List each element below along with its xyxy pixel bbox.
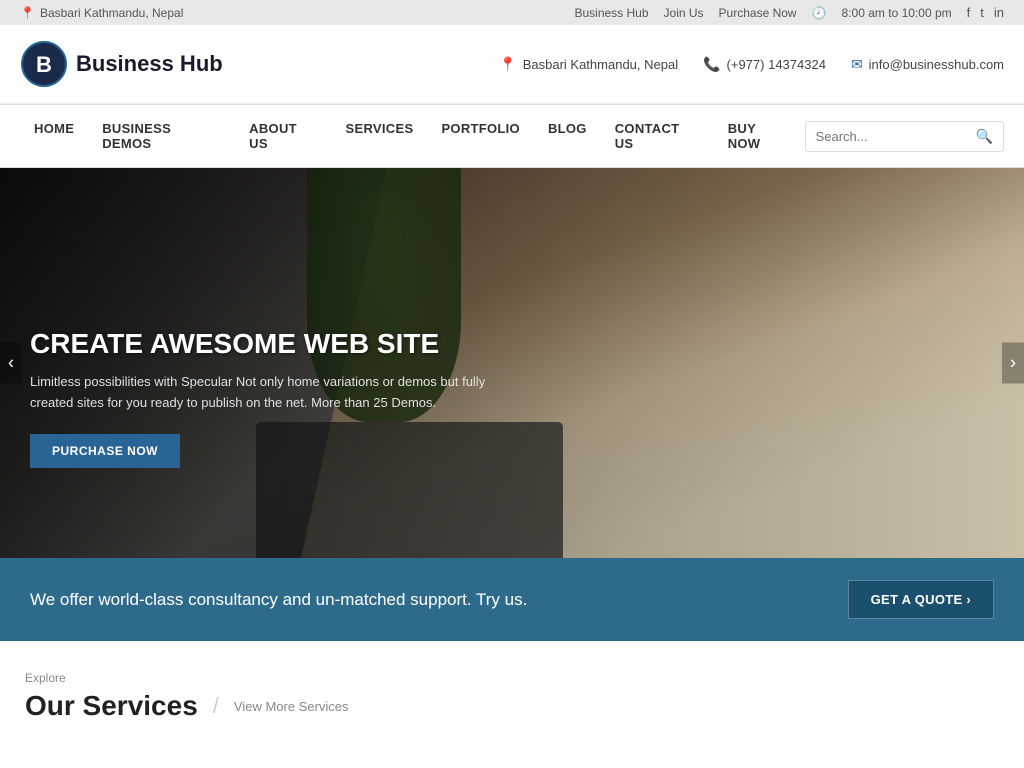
phone-icon: 📞: [703, 56, 720, 73]
nav-item-portfolio[interactable]: PORTFOLIO: [427, 105, 534, 167]
contact-location-text: Basbari Kathmandu, Nepal: [523, 57, 678, 72]
nav-item-blog[interactable]: BLOG: [534, 105, 601, 167]
services-label: Explore: [25, 671, 999, 685]
logo-icon: B: [20, 40, 68, 88]
hero-cta-button[interactable]: PURCHASE NOW: [30, 434, 180, 468]
top-bar-location: 📍 Basbari Kathmandu, Nepal: [20, 6, 183, 20]
quote-text: We offer world-class consultancy and un-…: [30, 590, 527, 610]
clock-icon: 🕗: [812, 6, 827, 20]
nav-item-services[interactable]: SERVICES: [332, 105, 428, 167]
contact-phone-text: (+977) 14374324: [727, 57, 826, 72]
search-input[interactable]: [806, 123, 966, 150]
hero-section: ‹ CREATE AWESOME WEB SITE Limitless poss…: [0, 168, 1024, 558]
logo[interactable]: B Business Hub: [20, 40, 223, 88]
location-icon: 📍: [499, 56, 516, 73]
services-heading: Our Services: [25, 690, 198, 722]
search-button[interactable]: 🔍: [966, 122, 1003, 151]
linkedin-icon[interactable]: in: [994, 5, 1004, 20]
services-heading-row: Our Services / View More Services: [25, 690, 999, 722]
header-contact: 📍 Basbari Kathmandu, Nepal 📞 (+977) 1437…: [499, 56, 1004, 73]
twitter-icon[interactable]: t: [980, 5, 984, 20]
services-divider: /: [213, 693, 219, 719]
hero-next-button[interactable]: ›: [1002, 343, 1024, 384]
nav-item-about-us[interactable]: ABOUT US: [235, 105, 331, 167]
pin-icon: 📍: [20, 6, 35, 20]
view-more-services-link[interactable]: View More Services: [234, 699, 349, 714]
svg-text:B: B: [36, 52, 52, 77]
top-bar-location-text: Basbari Kathmandu, Nepal: [40, 6, 183, 20]
logo-text: Business Hub: [76, 51, 223, 77]
contact-email-text: info@businesshub.com: [869, 57, 1004, 72]
contact-phone: 📞 (+977) 14374324: [703, 56, 826, 73]
email-icon: ✉: [851, 56, 863, 73]
quote-banner: We offer world-class consultancy and un-…: [0, 558, 1024, 641]
top-bar-link-business-hub[interactable]: Business Hub: [574, 6, 648, 20]
hero-description: Limitless possibilities with Specular No…: [30, 372, 510, 414]
top-bar: 📍 Basbari Kathmandu, Nepal Business Hub …: [0, 0, 1024, 25]
nav-item-home[interactable]: HOME: [20, 105, 88, 167]
hero-content: CREATE AWESOME WEB SITE Limitless possib…: [30, 327, 510, 468]
business-hours: 8:00 am to 10:00 pm: [842, 6, 952, 20]
nav-menu: HOME BUSINESS DEMOS ABOUT US SERVICES PO…: [20, 105, 805, 167]
contact-email: ✉ info@businesshub.com: [851, 56, 1004, 73]
social-icons: f t in: [967, 5, 1004, 20]
hero-title: CREATE AWESOME WEB SITE: [30, 327, 510, 361]
top-bar-right: Business Hub Join Us Purchase Now 🕗 8:00…: [574, 5, 1004, 20]
facebook-icon[interactable]: f: [967, 5, 971, 20]
nav-item-business-demos[interactable]: BUSINESS DEMOS: [88, 105, 235, 167]
hero-prev-button[interactable]: ‹: [0, 343, 22, 384]
site-header: B Business Hub 📍 Basbari Kathmandu, Nepa…: [0, 25, 1024, 104]
main-navigation: HOME BUSINESS DEMOS ABOUT US SERVICES PO…: [0, 104, 1024, 168]
services-section: Explore Our Services / View More Service…: [0, 641, 1024, 732]
search-bar[interactable]: 🔍: [805, 121, 1004, 152]
top-bar-link-purchase-now[interactable]: Purchase Now: [719, 6, 797, 20]
contact-location: 📍 Basbari Kathmandu, Nepal: [499, 56, 678, 73]
nav-item-contact-us[interactable]: CONTACT US: [601, 105, 714, 167]
top-bar-link-join-us[interactable]: Join Us: [664, 6, 704, 20]
nav-item-buy-now[interactable]: BUY NOW: [714, 105, 805, 167]
get-a-quote-button[interactable]: GET A QUOTE ›: [848, 580, 994, 619]
